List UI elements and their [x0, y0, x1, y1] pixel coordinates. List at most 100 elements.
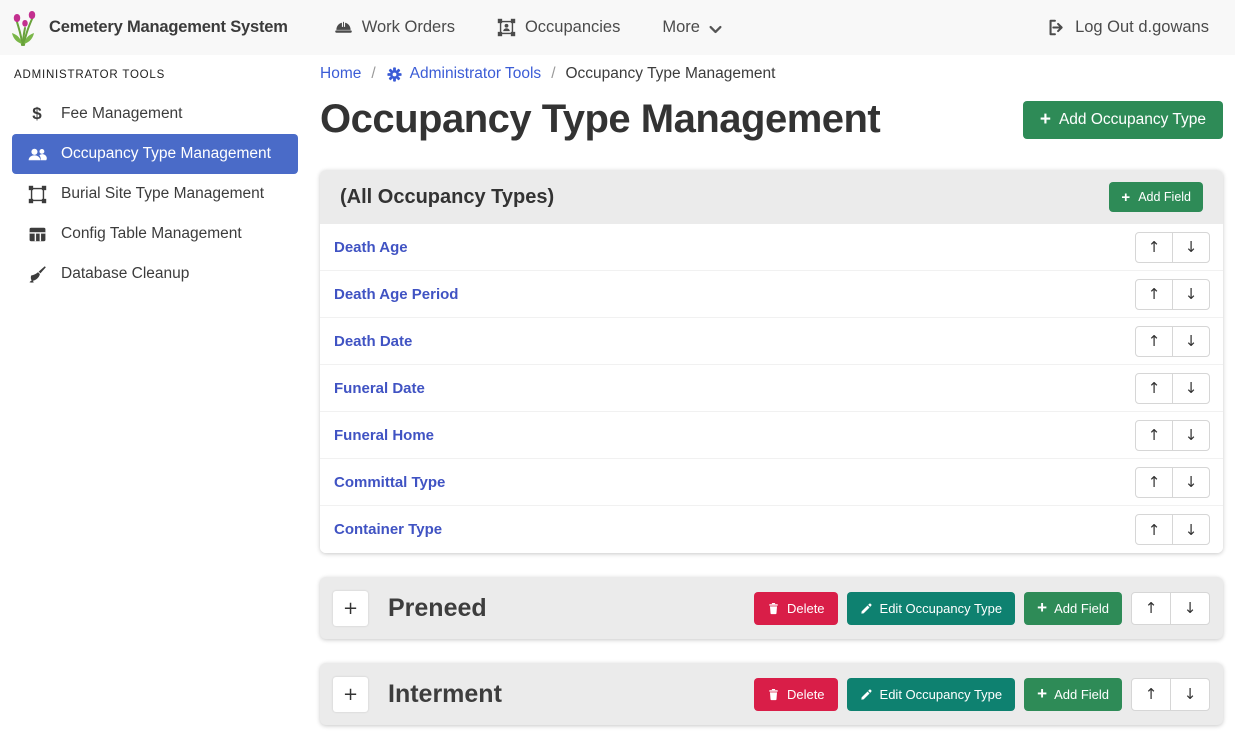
field-link-funeral-date[interactable]: Funeral Date [334, 380, 425, 397]
reorder-buttons: ↑ ↓ [1135, 326, 1210, 357]
edit-occupancy-type-button[interactable]: Edit Occupancy Type [847, 592, 1016, 625]
arrow-down-icon: ↓ [1185, 426, 1198, 444]
logout-button[interactable]: Log Out d.gowans [1047, 18, 1209, 37]
section-title: Interment [388, 680, 502, 709]
breadcrumb-separator: / [371, 65, 375, 83]
sidebar-item-occupancy-type-management[interactable]: Occupancy Type Management [12, 134, 298, 174]
breadcrumb-home-link[interactable]: Home [320, 65, 361, 83]
app-brand[interactable]: Cemetery Management System [10, 9, 288, 47]
arrow-up-icon: ↑ [1145, 685, 1158, 703]
reorder-buttons: ↑ ↓ [1135, 467, 1210, 498]
reorder-buttons: ↑ ↓ [1135, 232, 1210, 263]
reorder-buttons: ↑ ↓ [1135, 373, 1210, 404]
field-row: Death Date ↑ ↓ [320, 318, 1223, 365]
arrow-up-icon: ↑ [1148, 473, 1161, 491]
page-title: Occupancy Type Management [320, 97, 880, 142]
field-link-death-date[interactable]: Death Date [334, 333, 412, 350]
broom-icon [24, 265, 50, 284]
plus-icon: + [1037, 602, 1047, 614]
nav-work-orders[interactable]: Work Orders [334, 18, 455, 37]
breadcrumb-separator: / [551, 65, 555, 83]
all-occupancy-types-card: (All Occupancy Types) + Add Field Death … [320, 170, 1223, 553]
arrow-down-icon: ↓ [1185, 379, 1198, 397]
sidebar-item-label: Burial Site Type Management [61, 185, 264, 203]
sign-out-icon [1047, 18, 1066, 37]
pencil-icon [860, 602, 873, 615]
trash-icon [767, 602, 780, 615]
users-icon [24, 145, 50, 164]
trash-icon [767, 688, 780, 701]
delete-button[interactable]: Delete [754, 678, 838, 711]
move-up-button[interactable]: ↑ [1135, 326, 1173, 357]
field-link-death-age-period[interactable]: Death Age Period [334, 286, 458, 303]
move-up-button[interactable]: ↑ [1135, 420, 1173, 451]
reorder-buttons: ↑ ↓ [1131, 678, 1210, 711]
nav-more[interactable]: More [662, 18, 722, 37]
sidebar-item-config-table-management[interactable]: Config Table Management [12, 214, 298, 254]
occupancy-type-section-interment: + Interment Delete Edit Occupan [320, 663, 1223, 725]
field-link-container-type[interactable]: Container Type [334, 521, 442, 538]
logout-label: Log Out d.gowans [1075, 18, 1209, 37]
move-down-button[interactable]: ↓ [1172, 467, 1210, 498]
arrow-up-icon: ↑ [1145, 599, 1158, 617]
nav-work-orders-label: Work Orders [362, 18, 455, 37]
arrow-down-icon: ↓ [1185, 285, 1198, 303]
move-up-button[interactable]: ↑ [1135, 279, 1173, 310]
move-down-button[interactable]: ↓ [1170, 678, 1210, 711]
arrow-down-icon: ↓ [1185, 521, 1198, 539]
add-occupancy-type-button[interactable]: + Add Occupancy Type [1023, 101, 1223, 139]
field-link-committal-type[interactable]: Committal Type [334, 474, 445, 491]
add-field-button-all-types[interactable]: + Add Field [1109, 182, 1203, 212]
tulip-logo-icon [10, 9, 40, 47]
move-down-button[interactable]: ↓ [1172, 514, 1210, 545]
section-title: Preneed [388, 594, 487, 623]
reorder-buttons: ↑ ↓ [1135, 514, 1210, 545]
sidebar-heading: ADMINISTRATOR TOOLS [14, 69, 298, 81]
breadcrumb-current: Occupancy Type Management [566, 65, 776, 83]
dollar-icon: $ [24, 104, 50, 124]
move-up-button[interactable]: ↑ [1131, 592, 1171, 625]
move-down-button[interactable]: ↓ [1170, 592, 1210, 625]
arrow-down-icon: ↓ [1184, 599, 1197, 617]
arrow-up-icon: ↑ [1148, 521, 1161, 539]
sidebar-item-burial-site-type-management[interactable]: Burial Site Type Management [12, 174, 298, 214]
reorder-buttons: ↑ ↓ [1135, 279, 1210, 310]
plus-icon: + [1037, 688, 1047, 700]
field-row: Funeral Home ↑ ↓ [320, 412, 1223, 459]
move-down-button[interactable]: ↓ [1172, 373, 1210, 404]
expand-button[interactable]: + [333, 591, 368, 626]
add-field-button[interactable]: + Add Field [1024, 592, 1122, 625]
move-up-button[interactable]: ↑ [1135, 373, 1173, 404]
plus-icon: + [1040, 113, 1051, 127]
breadcrumb: Home / Administrat [320, 65, 1223, 83]
breadcrumb-admin-tools-link[interactable]: Administrator Tools [386, 65, 542, 83]
move-up-button[interactable]: ↑ [1135, 467, 1173, 498]
move-up-button[interactable]: ↑ [1135, 514, 1173, 545]
sidebar-item-database-cleanup[interactable]: Database Cleanup [12, 254, 298, 294]
move-down-button[interactable]: ↓ [1172, 279, 1210, 310]
expand-button[interactable]: + [333, 677, 368, 712]
delete-button[interactable]: Delete [754, 592, 838, 625]
sidebar-item-label: Fee Management [61, 105, 183, 123]
move-down-button[interactable]: ↓ [1172, 232, 1210, 263]
reorder-buttons: ↑ ↓ [1135, 420, 1210, 451]
arrow-down-icon: ↓ [1185, 332, 1198, 350]
field-row: Committal Type ↑ ↓ [320, 459, 1223, 506]
arrow-up-icon: ↑ [1148, 379, 1161, 397]
sidebar: ADMINISTRATOR TOOLS $ Fee Management Occ… [0, 55, 310, 738]
field-row: Death Age ↑ ↓ [320, 224, 1223, 271]
card-title: (All Occupancy Types) [340, 186, 554, 209]
arrow-up-icon: ↑ [1148, 285, 1161, 303]
move-up-button[interactable]: ↑ [1135, 232, 1173, 263]
nav-occupancies[interactable]: Occupancies [497, 18, 620, 37]
move-down-button[interactable]: ↓ [1172, 420, 1210, 451]
all-occupancy-types-header: (All Occupancy Types) + Add Field [320, 170, 1223, 224]
field-link-funeral-home[interactable]: Funeral Home [334, 427, 434, 444]
move-down-button[interactable]: ↓ [1172, 326, 1210, 357]
sidebar-item-fee-management[interactable]: $ Fee Management [12, 94, 298, 134]
add-field-button[interactable]: + Add Field [1024, 678, 1122, 711]
field-link-death-age[interactable]: Death Age [334, 239, 408, 256]
edit-occupancy-type-button[interactable]: Edit Occupancy Type [847, 678, 1016, 711]
move-up-button[interactable]: ↑ [1131, 678, 1171, 711]
arrow-down-icon: ↓ [1185, 238, 1198, 256]
